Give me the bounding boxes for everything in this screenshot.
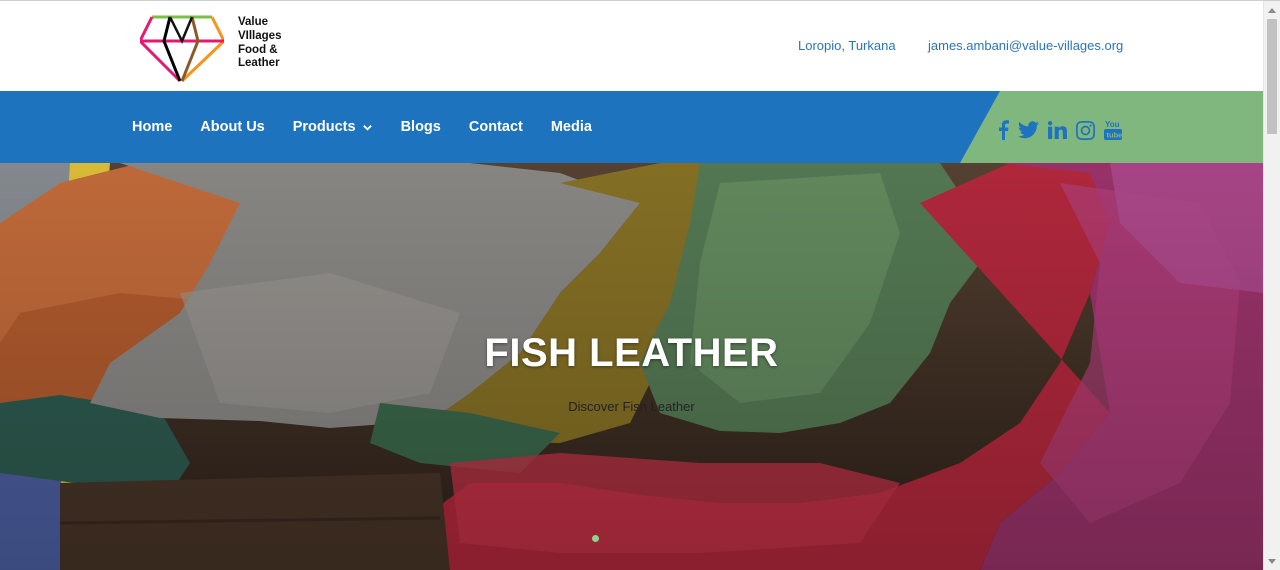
nav-item-label: Products xyxy=(292,119,356,135)
site-logo[interactable]: Value VIllages Food & Leather xyxy=(140,15,281,83)
instagram-icon[interactable] xyxy=(1076,119,1095,141)
logo-line: Leather xyxy=(238,57,280,70)
diamond-logo-icon xyxy=(140,15,224,83)
nav-item-label: Home xyxy=(132,119,173,135)
nav-item-products[interactable]: Products xyxy=(293,119,373,135)
logo-text: Value VIllages Food & Leather xyxy=(238,16,281,71)
nav-item-label: Media xyxy=(550,119,592,135)
nav-item-media[interactable]: Media xyxy=(551,119,592,135)
twitter-icon[interactable] xyxy=(1018,119,1039,141)
nav-item-label: Contact xyxy=(468,119,523,135)
location-link[interactable]: Loropio, Turkana xyxy=(798,38,896,53)
hero-subtitle: Discover Fish Leather xyxy=(568,399,695,414)
header-topbar: Value VIllages Food & Leather Loropio, T… xyxy=(0,1,1263,91)
nav-item-label: Blogs xyxy=(400,119,441,135)
youtube-icon[interactable]: You tube xyxy=(1104,119,1122,141)
nav-item-label: About Us xyxy=(200,119,265,135)
nav-item-home[interactable]: Home xyxy=(132,119,172,135)
svg-text:tube: tube xyxy=(1107,131,1123,140)
scroll-thumb[interactable] xyxy=(1267,19,1277,134)
nav-item-contact[interactable]: Contact xyxy=(469,119,523,135)
facebook-icon[interactable] xyxy=(998,119,1009,141)
svg-text:You: You xyxy=(1105,120,1120,129)
linkedin-icon[interactable] xyxy=(1048,119,1067,141)
logo-line: Food & xyxy=(238,43,278,56)
scroll-down-arrow-icon[interactable] xyxy=(1268,559,1276,564)
nav-item-about-us[interactable]: About Us xyxy=(200,119,264,135)
social-links: You tube xyxy=(998,119,1131,141)
page-scrollbar[interactable] xyxy=(1263,1,1280,570)
slider-dot-active[interactable] xyxy=(592,535,599,542)
logo-line: Value xyxy=(238,16,269,28)
hero-slider: FISH LEATHER Discover Fish Leather xyxy=(0,163,1263,570)
logo-line: VIllages xyxy=(238,29,282,42)
nav-item-blogs[interactable]: Blogs xyxy=(401,119,441,135)
chevron-down-icon xyxy=(362,124,372,131)
hero-title: FISH LEATHER xyxy=(484,331,779,375)
page: Value VIllages Food & Leather Loropio, T… xyxy=(0,0,1280,570)
main-nav: Home About Us Products Blogs Contact Med… xyxy=(132,91,620,163)
email-link[interactable]: james.ambani@value-villages.org xyxy=(928,38,1123,53)
scroll-up-arrow-icon[interactable] xyxy=(1268,8,1276,13)
